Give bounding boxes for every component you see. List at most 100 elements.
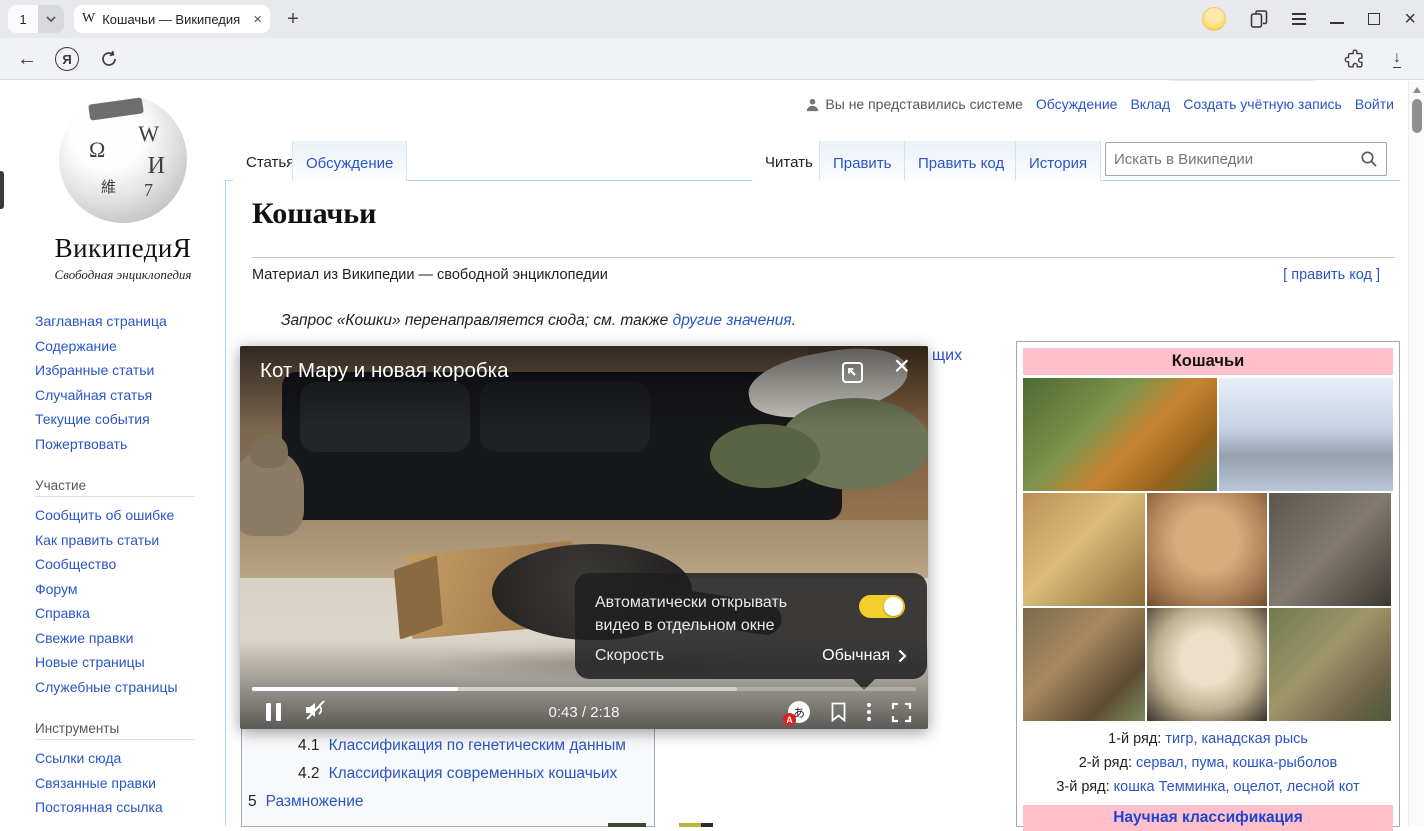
menu-button[interactable]	[1292, 10, 1306, 28]
chevron-right-icon	[898, 649, 907, 663]
minimize-button[interactable]	[1330, 22, 1344, 24]
tab-count: 1	[8, 5, 38, 33]
tiger-photo[interactable]	[1023, 378, 1217, 491]
new-tab-button[interactable]: +	[280, 6, 306, 32]
video-controls: 0:43 / 2:18 あ A	[240, 696, 928, 728]
wikipedia-globe-logo[interactable]: W И Ω 維 7	[59, 95, 187, 223]
sidebar-tools-nav: Ссылки сюда Связанные правки Постоянная …	[35, 746, 218, 820]
browser-tab[interactable]: W Кошачьи — Википедия ×	[74, 5, 270, 33]
sidebar-item-current-events[interactable]: Текущие события	[35, 411, 150, 427]
tab-discussion[interactable]: Обсуждение	[292, 141, 407, 181]
exit-pip-icon	[841, 361, 864, 384]
green-pillow	[710, 424, 820, 488]
toc-item-4-2[interactable]: 4.2Классификация современных кошачьих	[298, 765, 617, 783]
tab-edit[interactable]: Править	[819, 141, 906, 181]
personal-tools-bar: Вы не представились системе Обсуждение В…	[805, 96, 1394, 112]
search-input[interactable]	[1114, 151, 1360, 168]
edit-source-link[interactable]: [ править код ]	[1283, 267, 1380, 283]
taxobox-image-collage	[1023, 378, 1393, 721]
wiki-search-box[interactable]	[1105, 142, 1387, 176]
tab-close-icon[interactable]: ×	[253, 11, 262, 28]
sidebar-item-contents[interactable]: Содержание	[35, 338, 117, 354]
taxobox-captions: 1-й ряд: тигр, канадская рысь 2-й ряд: с…	[1023, 727, 1393, 799]
personal-link-create-account[interactable]: Создать учётную запись	[1183, 96, 1342, 112]
personal-link-contributions[interactable]: Вклад	[1130, 96, 1170, 112]
tab-title: Кошачьи — Википедия	[102, 12, 247, 27]
caption-links-2[interactable]: сервал, пума, кошка-рыболов	[1132, 755, 1337, 771]
hatnote-link[interactable]: другие значения	[673, 312, 792, 329]
side-panels-icon[interactable]	[1250, 10, 1268, 28]
sidebar-item-special-pages[interactable]: Служебные страницы	[35, 679, 178, 695]
tab-read[interactable]: Читать	[752, 141, 826, 181]
tab-list-chevron[interactable]	[38, 5, 64, 33]
scrollbar-thumb[interactable]	[1412, 99, 1422, 133]
taxobox: Кошачьи 1-й ряд: тигр, канадская рысь 2-…	[1016, 341, 1400, 827]
partially-visible-thumbnail	[701, 823, 713, 827]
video-player[interactable]: Кот Мару и новая коробка × Автоматически…	[240, 346, 928, 729]
content-left-border	[225, 181, 226, 826]
fishing-cat-photo[interactable]	[1269, 493, 1391, 606]
scroll-up-arrow[interactable]	[1413, 87, 1421, 93]
from-wikipedia-line: Материал из Википедии — свободной энцикл…	[252, 267, 608, 283]
toc-item-4-1[interactable]: 4.1Классификация по генетическим данным	[298, 737, 626, 755]
caption-row-1: 1-й ряд: тигр, канадская рысь	[1023, 727, 1393, 751]
canada-lynx-photo[interactable]	[1219, 378, 1393, 491]
sidebar-item-report-error[interactable]: Сообщить об ошибке	[35, 507, 174, 523]
tab-edit-source[interactable]: Править код	[904, 141, 1018, 181]
video-settings-popup: Автоматически открывать видео в отдельно…	[575, 573, 927, 679]
personal-link-discussion[interactable]: Обсуждение	[1036, 96, 1118, 112]
sidebar-item-donate[interactable]: Пожертвовать	[35, 436, 127, 452]
auto-open-toggle[interactable]	[859, 595, 905, 618]
sidebar-item-main-page[interactable]: Заглавная страница	[35, 313, 167, 329]
downloads-button[interactable]: ↓	[1382, 38, 1412, 80]
serval-photo[interactable]	[1023, 493, 1145, 606]
sidebar-item-related-changes[interactable]: Связанные правки	[35, 775, 156, 791]
sidebar-item-featured[interactable]: Избранные статьи	[35, 362, 154, 378]
caption-links-3[interactable]: кошка Темминка, оцелот, лесной кот	[1110, 779, 1360, 795]
maximize-button[interactable]	[1368, 13, 1380, 25]
partially-visible-thumbnail	[679, 823, 701, 827]
video-progress-bar[interactable]	[252, 687, 916, 691]
wikipedia-page: Вы не представились системе Обсуждение В…	[0, 81, 1424, 826]
sidebar-item-permanent-link[interactable]: Постоянная ссылка	[35, 799, 163, 815]
taxobox-title: Кошачьи	[1023, 348, 1393, 375]
sidebar-item-random[interactable]: Случайная статья	[35, 387, 152, 403]
toc-item-5[interactable]: 5Размножение	[248, 793, 364, 811]
hatnote: Запрос «Кошки» перенаправляется сюда; см…	[281, 312, 796, 330]
extensions-button[interactable]	[1340, 38, 1370, 80]
translate-video-button[interactable]: あ A	[788, 701, 810, 723]
temminck-cat-photo[interactable]	[1023, 608, 1145, 721]
sidebar-item-how-to-edit[interactable]: Как править статьи	[35, 532, 159, 548]
ocelot-photo[interactable]	[1147, 608, 1267, 721]
speed-label: Скорость	[595, 647, 664, 665]
back-button[interactable]: ←	[12, 38, 42, 80]
yandex-button[interactable]: Я	[52, 38, 82, 80]
wikipedia-favicon: W	[82, 11, 95, 27]
puma-photo[interactable]	[1147, 493, 1267, 606]
wildcat-photo[interactable]	[1269, 608, 1391, 721]
tab-counter-button[interactable]: 1	[8, 5, 64, 33]
window-close-button[interactable]: ×	[1404, 9, 1416, 29]
page-scrollbar[interactable]	[1408, 81, 1424, 826]
search-icon[interactable]	[1360, 150, 1378, 168]
sidebar-item-help[interactable]: Справка	[35, 605, 90, 621]
sidebar-item-recent-changes[interactable]: Свежие правки	[35, 630, 133, 646]
personal-link-login[interactable]: Войти	[1355, 96, 1394, 112]
caption-row-3: 3-й ряд: кошка Темминка, оцелот, лесной …	[1023, 775, 1393, 799]
side-panel-handle[interactable]	[0, 171, 4, 209]
sidebar-item-forum[interactable]: Форум	[35, 581, 78, 597]
wikipedia-wordmark: ВикипедиЯ	[28, 233, 218, 264]
video-close-button[interactable]: ×	[894, 352, 910, 380]
refresh-button[interactable]	[94, 38, 124, 80]
profile-avatar[interactable]	[1202, 7, 1226, 31]
sidebar-item-what-links-here[interactable]: Ссылки сюда	[35, 750, 121, 766]
sidebar-item-new-pages[interactable]: Новые страницы	[35, 654, 145, 670]
login-status: Вы не представились системе	[805, 96, 1022, 112]
exit-pip-button[interactable]	[841, 361, 864, 389]
title-divider	[252, 257, 1395, 258]
caption-links-1[interactable]: тигр, канадская рысь	[1161, 731, 1308, 747]
sidebar-item-community[interactable]: Сообщество	[35, 556, 116, 572]
truncated-text-fragment[interactable]: щих	[932, 347, 962, 365]
speed-value-button[interactable]: Обычная	[822, 647, 907, 665]
tab-history[interactable]: История	[1015, 141, 1101, 181]
